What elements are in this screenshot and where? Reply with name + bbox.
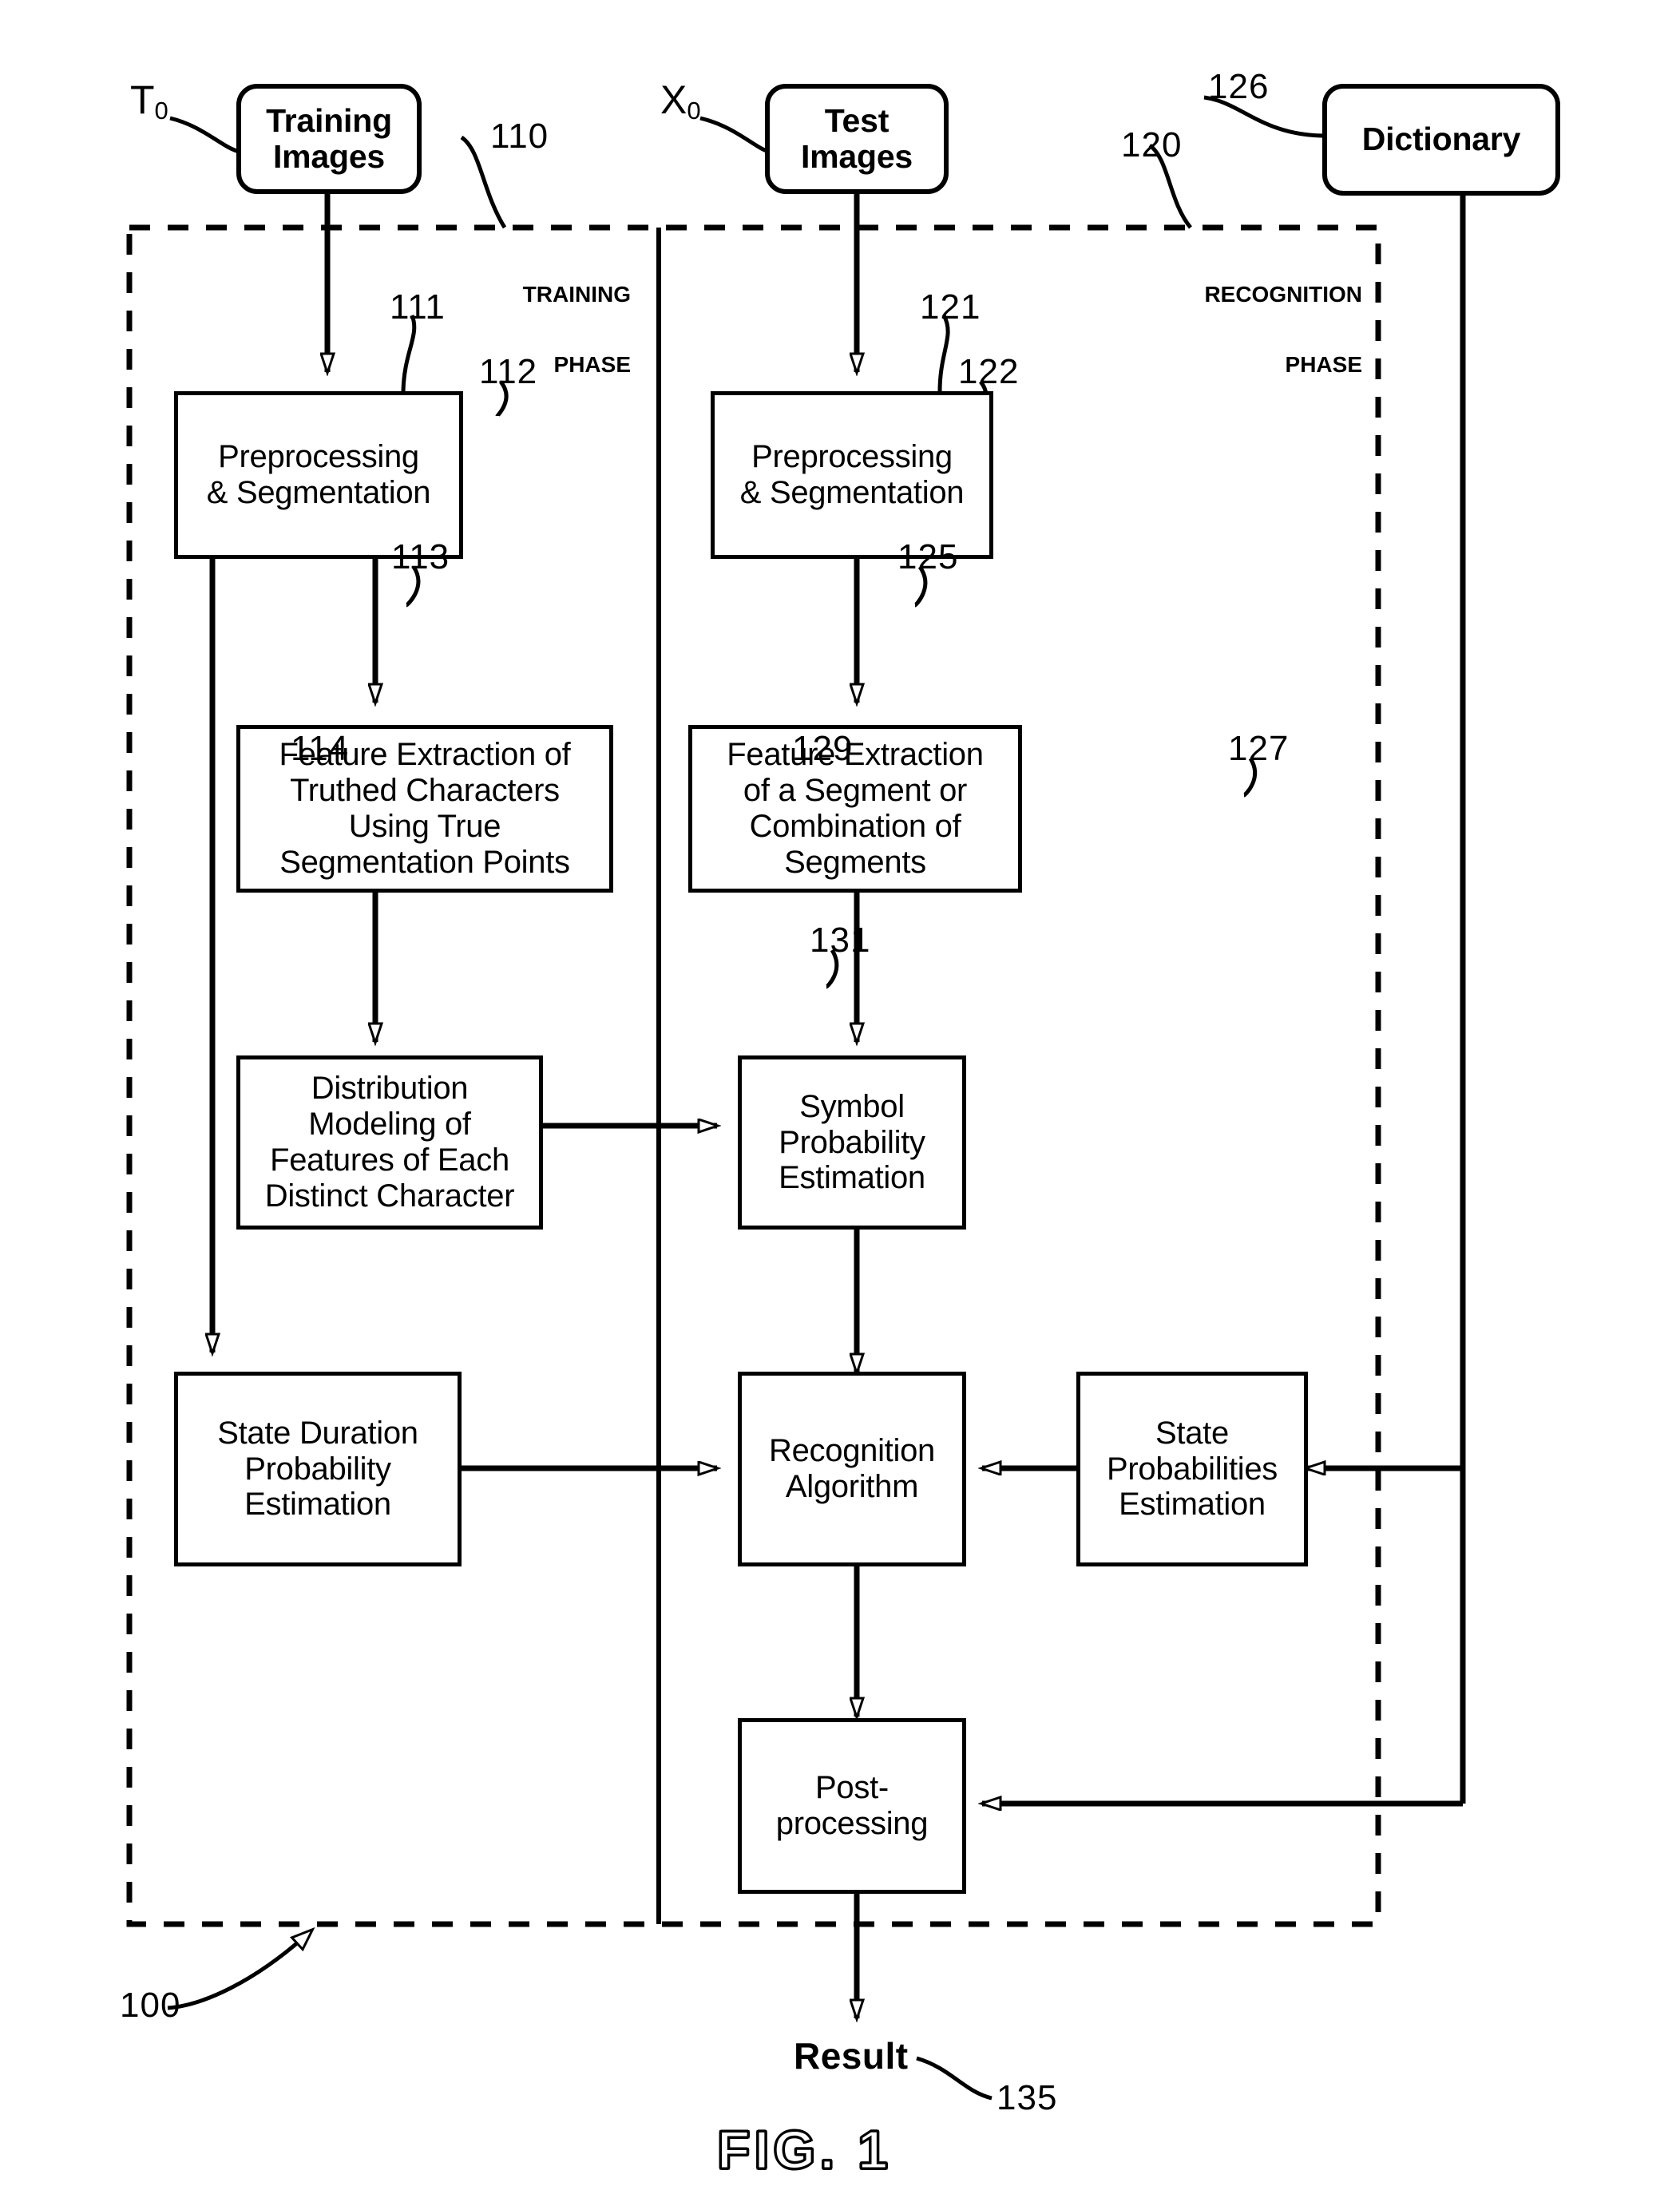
ref-121: 121 — [920, 287, 981, 327]
ref-127: 127 — [1228, 729, 1290, 768]
block-127-label: State Probabilities Estimation — [1107, 1415, 1278, 1523]
symbol-training-letter: T — [130, 77, 155, 122]
recognition-phase-line2: PHASE — [1285, 343, 1362, 379]
block-111-label: Preprocessing & Segmentation — [206, 439, 431, 510]
figure-caption: FIG. 1 — [716, 2119, 892, 2182]
block-131-label: Post- processing — [775, 1770, 929, 1841]
recognition-phase-line1: RECOGNITION — [1204, 274, 1362, 310]
block-129-label: Recognition Algorithm — [769, 1433, 935, 1504]
recognition-phase-caption: RECOGNITION PHASE — [1030, 241, 1362, 397]
ref-122: 122 — [958, 352, 1020, 391]
ref-114: 114 — [291, 729, 350, 768]
ref-120: 120 — [1121, 125, 1183, 164]
block-symbol-probability-estimation[interactable]: Symbol Probability Estimation — [738, 1055, 966, 1230]
block-preprocessing-segmentation-recognition[interactable]: Preprocessing & Segmentation — [711, 391, 993, 559]
block-state-duration-probability[interactable]: State Duration Probability Estimation — [174, 1372, 462, 1566]
block-113-label: Distribution Modeling of Features of Eac… — [264, 1071, 515, 1214]
ref-125: 125 — [897, 537, 959, 576]
ref-113: 113 — [391, 537, 450, 576]
block-postprocessing[interactable]: Post- processing — [738, 1718, 966, 1894]
terminal-training-images-label: Training Images — [266, 101, 392, 175]
block-feature-extraction-segments[interactable]: Feature Extraction of a Segment or Combi… — [688, 725, 1022, 893]
terminal-dictionary-label: Dictionary — [1361, 121, 1521, 158]
symbol-training-set: T0 — [130, 77, 168, 125]
ref-129: 129 — [792, 729, 854, 768]
block-recognition-algorithm[interactable]: Recognition Algorithm — [738, 1372, 966, 1566]
terminal-dictionary[interactable]: Dictionary — [1322, 84, 1560, 196]
ref-131: 131 — [810, 921, 871, 960]
symbol-test-letter: X — [660, 77, 687, 122]
terminal-test-images[interactable]: Test Images — [765, 84, 949, 194]
ref-126: 126 — [1208, 67, 1270, 106]
terminal-training-images[interactable]: Training Images — [236, 84, 422, 194]
symbol-test-subscript: 0 — [687, 97, 701, 125]
ref-135: 135 — [997, 2078, 1058, 2117]
block-state-probabilities-estimation[interactable]: State Probabilities Estimation — [1076, 1372, 1308, 1566]
symbol-test-set: X0 — [660, 77, 701, 125]
block-114-label: State Duration Probability Estimation — [217, 1415, 418, 1523]
output-result-label: Result — [794, 2035, 909, 2077]
block-preprocessing-segmentation-training[interactable]: Preprocessing & Segmentation — [174, 391, 463, 559]
patent-figure-1: Training Images Test Images Dictionary T… — [0, 0, 1680, 2190]
terminal-test-images-label: Test Images — [800, 101, 913, 175]
symbol-training-subscript: 0 — [154, 97, 168, 125]
ref-111: 111 — [390, 287, 446, 327]
block-121-label: Preprocessing & Segmentation — [739, 439, 965, 510]
block-122-label: Feature Extraction of a Segment or Combi… — [727, 737, 984, 880]
block-distribution-modeling[interactable]: Distribution Modeling of Features of Eac… — [236, 1055, 543, 1230]
ref-110: 110 — [490, 117, 549, 156]
block-125-label: Symbol Probability Estimation — [779, 1088, 925, 1196]
ref-112: 112 — [479, 352, 538, 391]
ref-100: 100 — [120, 1986, 181, 2025]
